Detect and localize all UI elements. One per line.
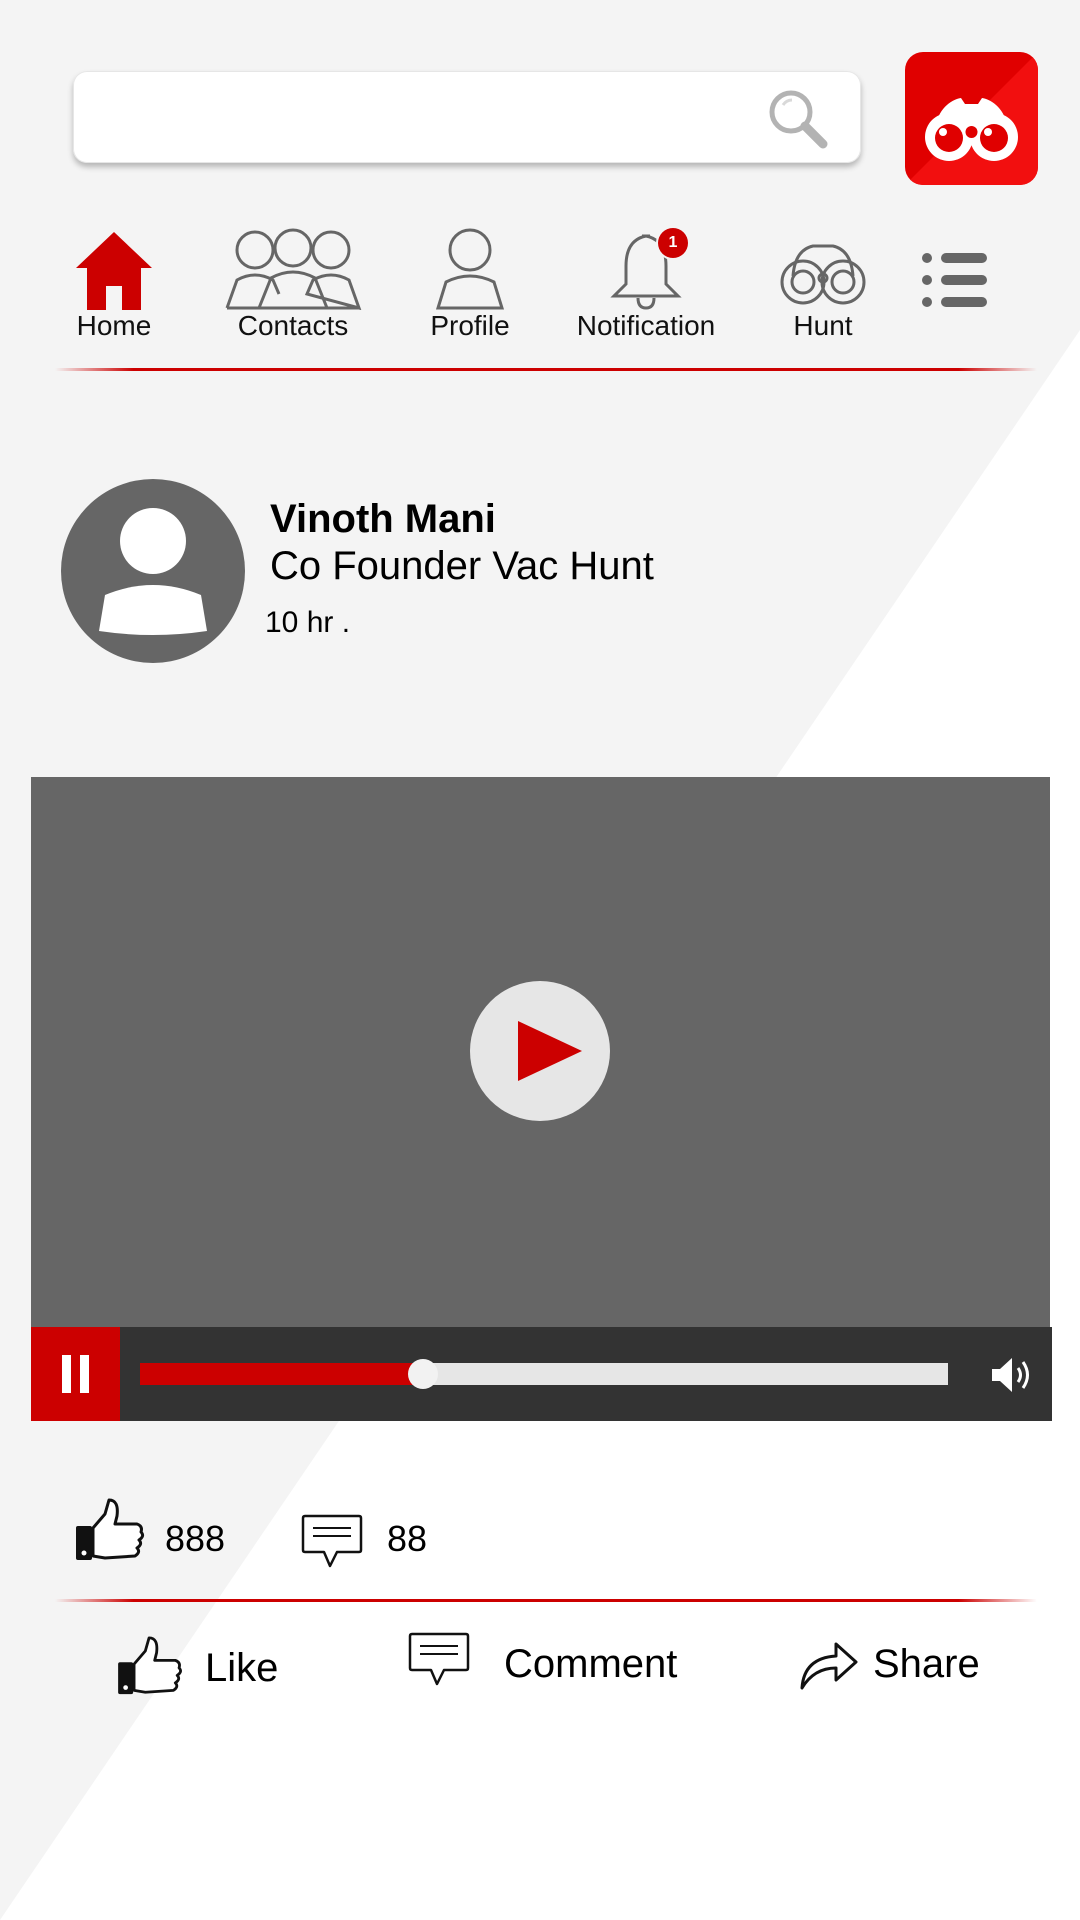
binoculars-logo-icon[interactable] <box>905 52 1038 185</box>
binoculars-icon <box>780 244 866 305</box>
progress-bar[interactable] <box>140 1359 948 1389</box>
comment-button[interactable]: Comment <box>408 1632 688 1702</box>
share-label: Share <box>873 1642 980 1686</box>
nav-label-contacts: Contacts <box>237 310 349 341</box>
nav-item-hunt[interactable]: Hunt <box>773 220 873 348</box>
volume-icon[interactable] <box>990 1356 1034 1394</box>
nav-item-contacts[interactable]: Contacts <box>213 220 373 348</box>
like-button[interactable]: Like <box>117 1632 297 1702</box>
search-input[interactable] <box>95 91 749 145</box>
nav-label-hunt: Hunt <box>793 310 853 341</box>
nav-label-home: Home <box>76 310 152 341</box>
progress-knob[interactable] <box>407 1359 438 1389</box>
like-count-stat: 888 <box>75 1496 275 1566</box>
comment-count: 88 <box>387 1518 428 1559</box>
avatar[interactable] <box>61 479 245 663</box>
home-icon <box>76 232 152 310</box>
nav-label-profile: Profile <box>430 310 510 341</box>
comment-count-stat: 88 <box>301 1514 501 1574</box>
contacts-icon <box>225 228 362 310</box>
search-bar[interactable] <box>73 71 861 163</box>
like-count: 888 <box>165 1518 226 1559</box>
main-nav: Home Contacts Profile 1 Notification Hun… <box>0 220 1080 350</box>
notification-badge: 1 <box>658 228 688 258</box>
share-icon <box>800 1642 858 1690</box>
nav-item-home[interactable]: Home <box>54 220 174 348</box>
author-name[interactable]: Vinoth Mani <box>270 497 496 542</box>
author-role: Co Founder Vac Hunt <box>270 544 654 588</box>
progress-fill <box>140 1363 423 1385</box>
thumbs-up-icon <box>118 1636 182 1695</box>
like-label: Like <box>205 1646 279 1690</box>
search-icon[interactable] <box>766 87 828 149</box>
share-button[interactable]: Share <box>798 1632 980 1702</box>
thumbs-up-icon <box>76 1498 145 1560</box>
play-button[interactable] <box>470 981 610 1121</box>
stats-divider <box>55 1599 1037 1602</box>
video-player[interactable] <box>31 777 1050 1327</box>
play-icon <box>518 1021 582 1081</box>
nav-label-notification: Notification <box>576 310 716 341</box>
comment-icon <box>408 1632 470 1686</box>
pause-button[interactable] <box>31 1327 120 1421</box>
pause-icon <box>62 1355 89 1393</box>
nav-item-profile[interactable]: Profile <box>420 220 520 348</box>
menu-list-icon[interactable] <box>921 252 987 308</box>
nav-divider <box>55 368 1037 371</box>
nav-item-notification[interactable]: 1 Notification <box>566 220 726 348</box>
profile-icon <box>435 228 505 310</box>
post-time: 10 hr . <box>265 606 351 639</box>
comment-icon <box>301 1514 363 1568</box>
comment-label: Comment <box>504 1642 678 1686</box>
video-controls <box>31 1327 1052 1421</box>
